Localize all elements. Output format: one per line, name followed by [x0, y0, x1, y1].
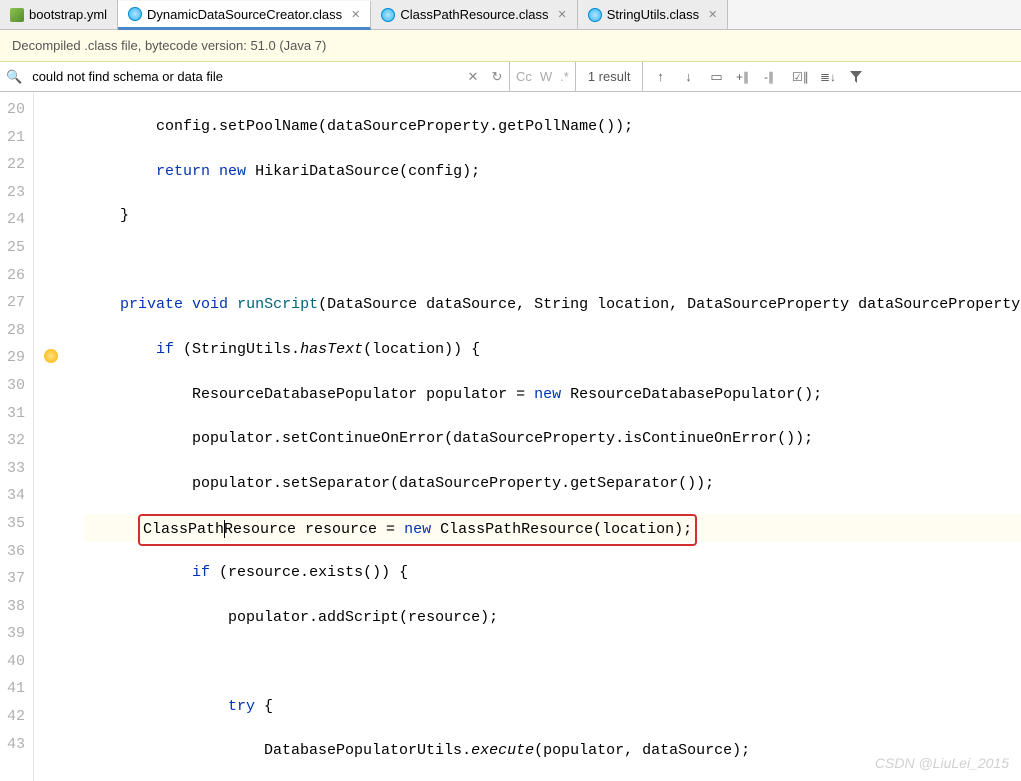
search-input[interactable]: [28, 69, 461, 84]
editor-tabs: bootstrap.yml DynamicDataSourceCreator.c…: [0, 0, 1021, 30]
whole-word-toggle[interactable]: W: [540, 69, 552, 84]
svg-text:☑∥: ☑∥: [792, 70, 808, 84]
code-area[interactable]: config.setPoolName(dataSourceProperty.ge…: [84, 92, 1021, 781]
match-case-toggle[interactable]: Cc: [516, 69, 532, 84]
regex-toggle[interactable]: .*: [560, 69, 569, 84]
highlighted-line: ClassPathResource resource = new ClassPa…: [84, 514, 1021, 542]
filter-icon[interactable]: [843, 64, 869, 90]
close-icon[interactable]: ✕: [351, 8, 360, 21]
prev-match-icon[interactable]: ↑: [647, 64, 673, 90]
gutter-marks: [34, 92, 84, 781]
select-occurrences-icon[interactable]: ☑∥: [787, 64, 813, 90]
settings-icon[interactable]: ≣↓: [815, 64, 841, 90]
close-icon[interactable]: ✕: [557, 8, 566, 21]
search-icon: 🔍: [0, 69, 28, 85]
next-match-icon[interactable]: ↓: [675, 64, 701, 90]
close-icon[interactable]: ✕: [708, 8, 717, 21]
svg-text:+∥: +∥: [736, 70, 749, 84]
find-results-count: 1 result: [576, 62, 644, 91]
decompiled-banner: Decompiled .class file, bytecode version…: [0, 30, 1021, 62]
tab-label: ClassPathResource.class: [400, 7, 548, 22]
watermark: CSDN @LiuLei_2015: [875, 755, 1009, 771]
class-icon: [128, 7, 142, 21]
intention-bulb-icon[interactable]: [44, 349, 58, 363]
svg-text:-∥: -∥: [764, 70, 774, 84]
tab-label: DynamicDataSourceCreator.class: [147, 7, 342, 22]
find-nav: ↑ ↓ ▭ +∥ -∥ ☑∥ ≣↓: [643, 62, 873, 91]
tab-stringutils[interactable]: StringUtils.class ✕: [578, 0, 729, 29]
tab-bootstrap-yml[interactable]: bootstrap.yml: [0, 0, 118, 29]
svg-text:≣↓: ≣↓: [820, 70, 836, 84]
tab-classpathresource[interactable]: ClassPathResource.class ✕: [371, 0, 577, 29]
clear-search-icon[interactable]: ✕: [461, 69, 485, 85]
line-gutter: 2021222324252627282930313233343536373839…: [0, 92, 34, 781]
find-bar: 🔍 ✕ ↻ Cc W .* 1 result ↑ ↓ ▭ +∥ -∥ ☑∥ ≣↓: [0, 62, 1021, 92]
tab-label: bootstrap.yml: [29, 7, 107, 22]
tab-label: StringUtils.class: [607, 7, 699, 22]
code-editor[interactable]: 2021222324252627282930313233343536373839…: [0, 92, 1021, 781]
add-selection-icon[interactable]: +∥: [731, 64, 757, 90]
yml-icon: [10, 8, 24, 22]
remove-selection-icon[interactable]: -∥: [759, 64, 785, 90]
tab-dynamicdatasourcecreator[interactable]: DynamicDataSourceCreator.class ✕: [118, 1, 371, 30]
class-icon: [588, 8, 602, 22]
class-icon: [381, 8, 395, 22]
red-box-highlight: ClassPathResource resource = new ClassPa…: [138, 514, 697, 546]
search-history-icon[interactable]: ↻: [485, 69, 509, 85]
find-options: Cc W .*: [510, 62, 576, 91]
select-all-icon[interactable]: ▭: [703, 64, 729, 90]
